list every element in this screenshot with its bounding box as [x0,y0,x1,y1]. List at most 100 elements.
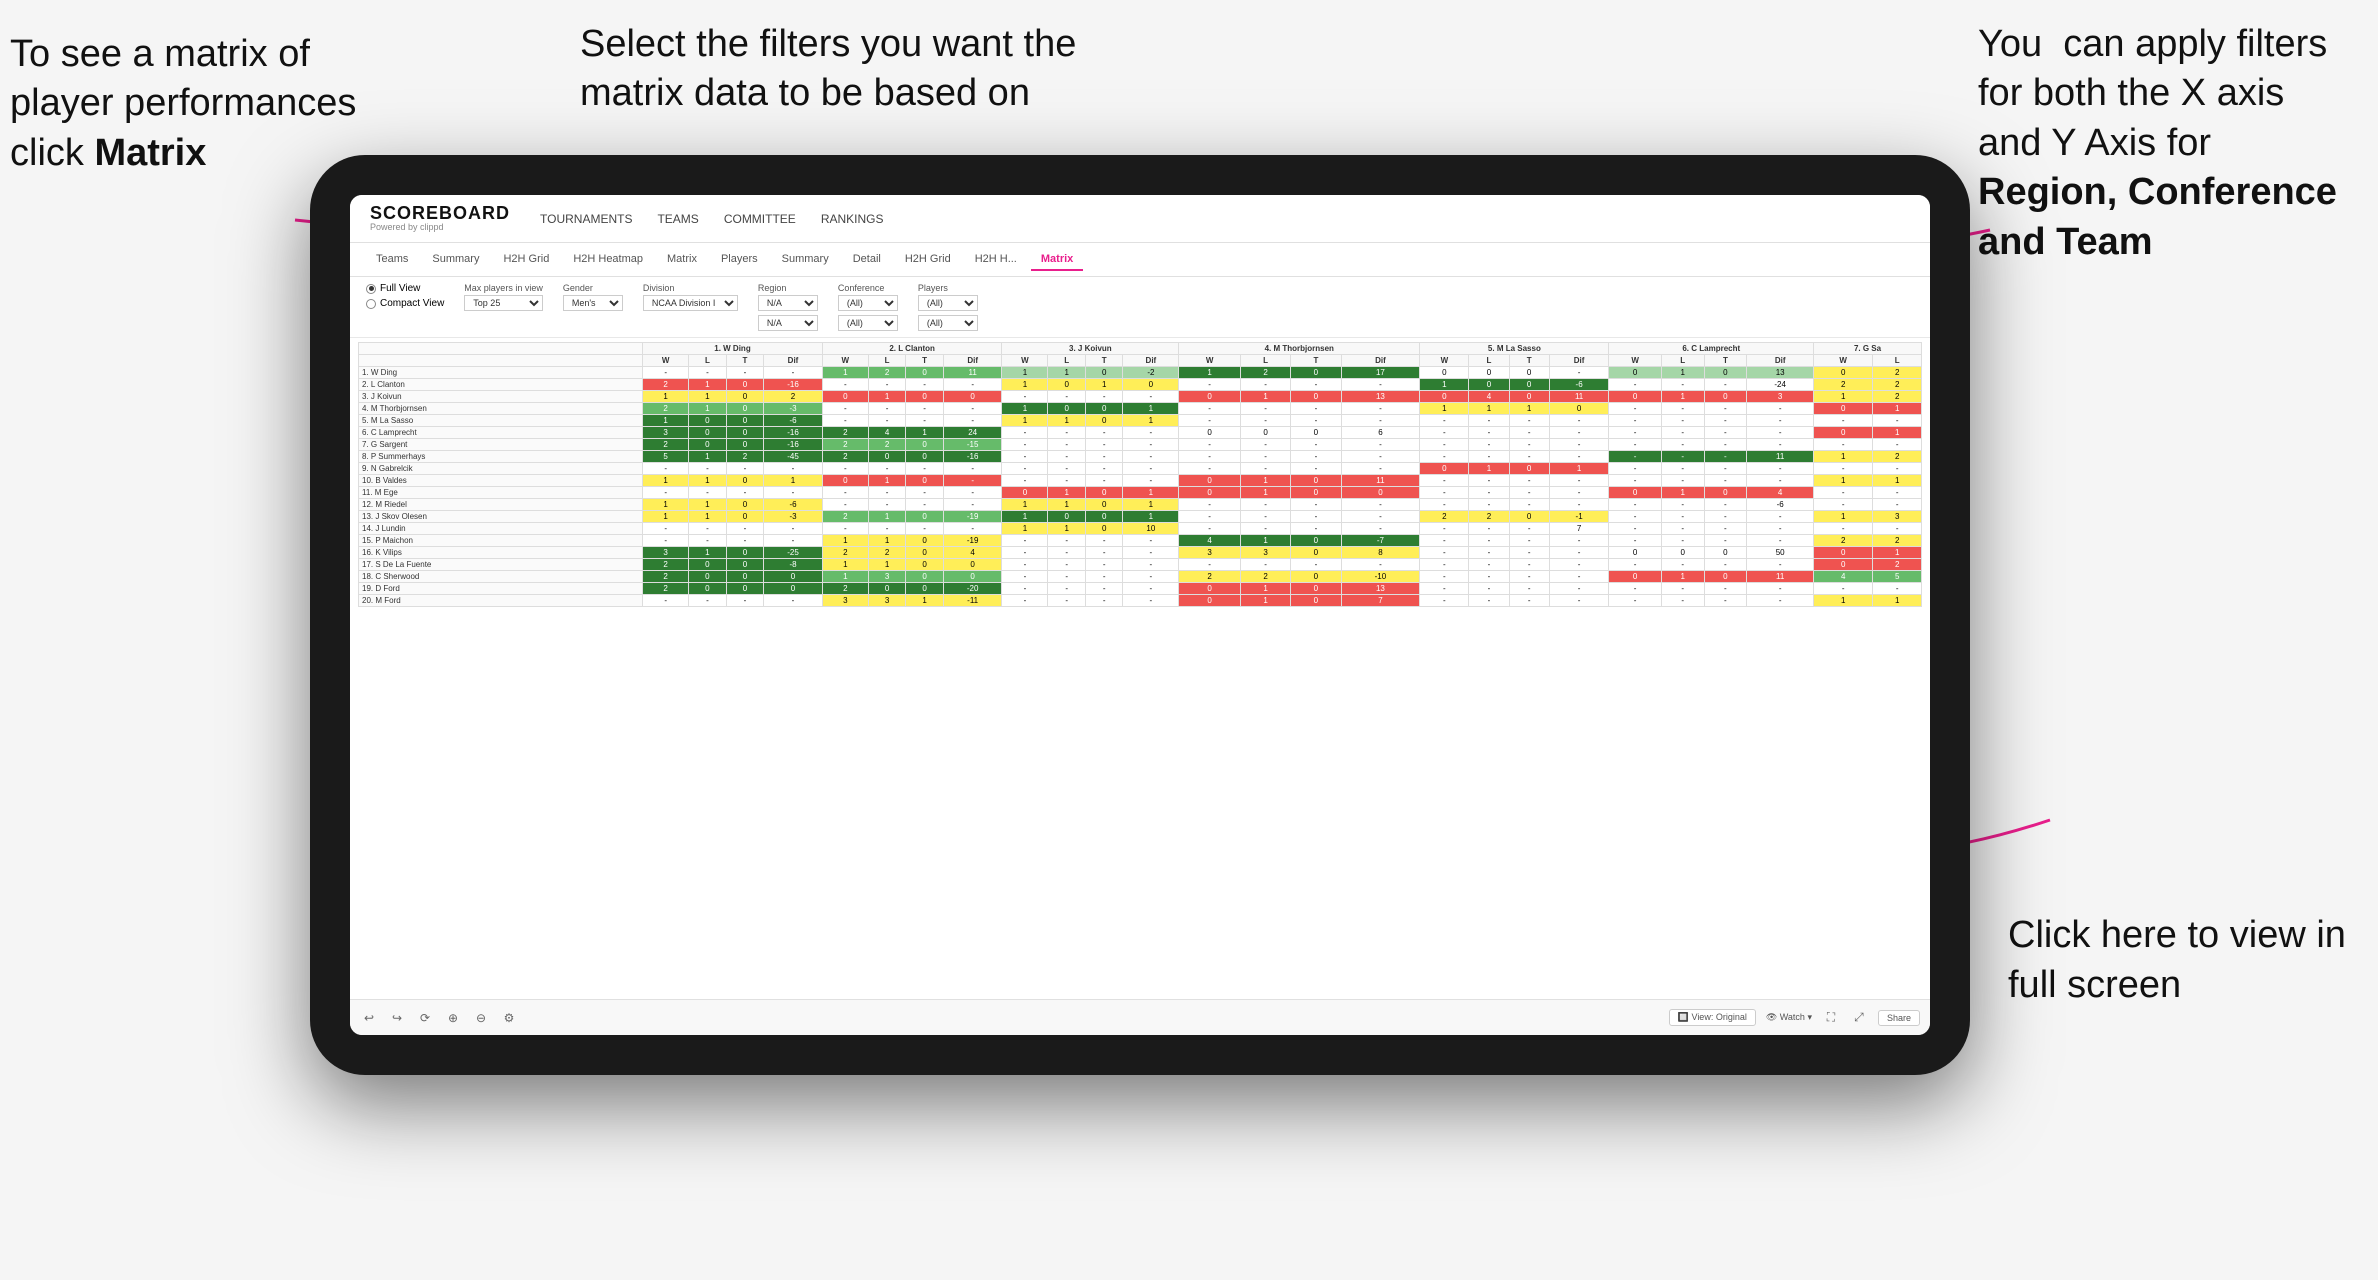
matrix-cell: - [1747,475,1814,487]
col-header-mlasasso: 5. M La Sasso [1420,343,1609,355]
table-row: 7. G Sargent200-16220-15----------------… [359,439,1922,451]
tab-detail[interactable]: Detail [843,249,891,271]
tab-players[interactable]: Players [711,249,768,271]
matrix-cell: - [1341,439,1420,451]
matrix-cell: - [906,379,944,391]
redo-icon[interactable]: ↪ [388,1009,406,1027]
radio-full-view[interactable]: Full View [366,283,444,294]
matrix-cell: - [1747,559,1814,571]
matrix-cell: - [1240,403,1290,415]
matrix-cell: 0 [726,475,764,487]
nav-tournaments[interactable]: TOURNAMENTS [540,212,632,226]
tab-matrix-active[interactable]: Matrix [1031,249,1083,271]
matrix-cell: - [1179,415,1241,427]
matrix-cell: - [1123,451,1179,463]
matrix-cell: 0 [822,391,868,403]
matrix-cell: 11 [1747,571,1814,583]
sh-l3: L [1048,355,1086,367]
matrix-cell: - [1549,451,1609,463]
tab-h2h-grid[interactable]: H2H Grid [493,249,559,271]
region-select-bottom[interactable]: N/A [758,315,818,331]
region-select-top[interactable]: N/A [758,295,818,311]
matrix-cell: 0 [1291,475,1341,487]
refresh-icon[interactable]: ⟳ [416,1009,434,1027]
fullscreen-icon[interactable]: ⤢ [1850,1009,1868,1027]
tab-h2h-h[interactable]: H2H H... [965,249,1027,271]
matrix-cell: - [1123,559,1179,571]
matrix-cell: - [1509,559,1549,571]
app-header: SCOREBOARD Powered by clippd TOURNAMENTS… [350,195,1930,243]
matrix-cell: - [1661,535,1704,547]
gender-select[interactable]: Men's [563,295,623,311]
matrix-cell: 0 [868,451,906,463]
matrix-cell: 2 [1469,511,1509,523]
nav-committee[interactable]: COMMITTEE [724,212,796,226]
screen-icon[interactable]: ⛶ [1822,1009,1840,1027]
matrix-cell: - [1469,535,1509,547]
nav-teams[interactable]: TEAMS [657,212,698,226]
undo-icon[interactable]: ↩ [360,1009,378,1027]
matrix-cell: 0 [726,427,764,439]
tab-matrix-players[interactable]: Matrix [657,249,707,271]
matrix-cell: 24 [943,427,1002,439]
tab-h2h-heatmap[interactable]: H2H Heatmap [563,249,653,271]
radio-compact-view[interactable]: Compact View [366,298,444,309]
conference-select-top[interactable]: (All) [838,295,898,311]
sh-w2: W [822,355,868,367]
conference-select-bottom[interactable]: (All) [838,315,898,331]
matrix-cell: 4 [1179,535,1241,547]
matrix-cell: - [1048,475,1086,487]
zoom-icon[interactable]: ⊕ [444,1009,462,1027]
matrix-cell: - [943,523,1002,535]
matrix-cell: 1 [1661,487,1704,499]
division-label: Division [643,283,738,293]
matrix-cell: - [1123,535,1179,547]
watch-button[interactable]: 👁 Watch ▾ [1766,1012,1812,1023]
matrix-cell: 0 [1509,391,1549,403]
max-players-select[interactable]: Top 25 [464,295,543,311]
row-label: 19. D Ford [359,583,643,595]
matrix-cell: - [1873,499,1922,511]
matrix-cell: 1 [1123,403,1179,415]
table-row: 14. J Lundin--------11010-------7------ [359,523,1922,535]
matrix-cell: 0 [689,583,727,595]
matrix-cell: 2 [1420,511,1469,523]
filter-max-players: Max players in view Top 25 [464,283,543,311]
matrix-cell: 0 [726,439,764,451]
share-button[interactable]: Share [1878,1010,1920,1026]
col-header-wding: 1. W Ding [643,343,823,355]
matrix-cell: - [1469,475,1509,487]
matrix-cell: 0 [1179,487,1241,499]
matrix-cell: - [1420,439,1469,451]
matrix-cell: - [1291,379,1341,391]
matrix-cell: 2 [822,511,868,523]
division-select[interactable]: NCAA Division I [643,295,738,311]
matrix-cell: - [868,415,906,427]
matrix-cell: - [1179,523,1241,535]
matrix-cell: - [1002,547,1048,559]
nav-items: TOURNAMENTS TEAMS COMMITTEE RANKINGS [540,212,883,226]
scoreboard-logo: SCOREBOARD Powered by clippd [370,204,510,234]
zoom-out-icon[interactable]: ⊖ [472,1009,490,1027]
matrix-cell: - [1509,535,1549,547]
matrix-cell: 1 [1179,367,1241,379]
tab-summary2[interactable]: Summary [772,249,839,271]
tablet-device: SCOREBOARD Powered by clippd TOURNAMENTS… [310,155,1970,1075]
matrix-cell: - [1609,403,1661,415]
matrix-cell: - [1469,499,1509,511]
players-select-top[interactable]: (All) [918,295,978,311]
players-select-bottom[interactable]: (All) [918,315,978,331]
tab-summary[interactable]: Summary [422,249,489,271]
settings-icon[interactable]: ⚙ [500,1009,518,1027]
matrix-cell: 0 [868,583,906,595]
matrix-cell: - [689,523,727,535]
matrix-cell: - [1002,427,1048,439]
view-original-button[interactable]: 🔲 View: Original [1669,1009,1756,1026]
matrix-cell: - [1509,547,1549,559]
matrix-cell: 2 [1179,571,1241,583]
matrix-cell: 6 [1341,427,1420,439]
tab-teams[interactable]: Teams [366,249,418,271]
tab-h2h-grid2[interactable]: H2H Grid [895,249,961,271]
nav-rankings[interactable]: RANKINGS [821,212,884,226]
matrix-cell: 0 [1609,391,1661,403]
